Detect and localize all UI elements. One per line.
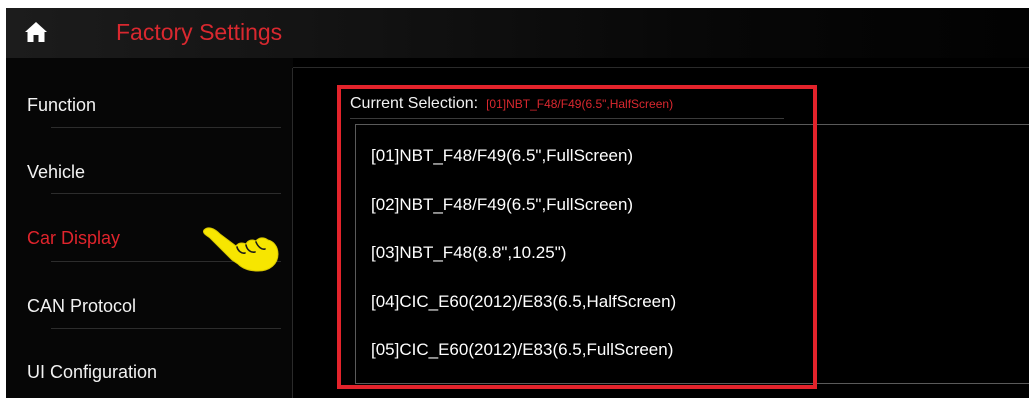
sidebar-divider: [51, 328, 281, 329]
home-icon[interactable]: [24, 20, 48, 44]
screen: Factory Settings Function Vehicle Car Di…: [6, 8, 1029, 398]
sidebar-border: [292, 68, 293, 398]
content-top-divider: [293, 67, 1029, 68]
sidebar-item-label: CAN Protocol: [27, 296, 137, 316]
highlight-frame: [337, 85, 817, 389]
sidebar-item-label: Function: [27, 95, 97, 115]
sidebar-item-label: UI Configuration: [27, 362, 158, 382]
sidebar-divider: [51, 127, 281, 128]
sidebar-item-vehicle[interactable]: Vehicle: [6, 148, 293, 214]
header-bar: Factory Settings: [6, 8, 1029, 58]
sidebar-item-function[interactable]: Function: [6, 82, 293, 148]
pointing-hand-icon: [202, 216, 282, 272]
sidebar-divider: [51, 193, 281, 194]
sidebar-item-label: Vehicle: [27, 162, 86, 182]
sidebar-item-label: Car Display: [27, 228, 121, 248]
sidebar-item-ui-configuration[interactable]: UI Configuration: [6, 348, 293, 398]
sidebar-item-can-protocol[interactable]: CAN Protocol: [6, 282, 293, 348]
page-title: Factory Settings: [116, 19, 283, 45]
